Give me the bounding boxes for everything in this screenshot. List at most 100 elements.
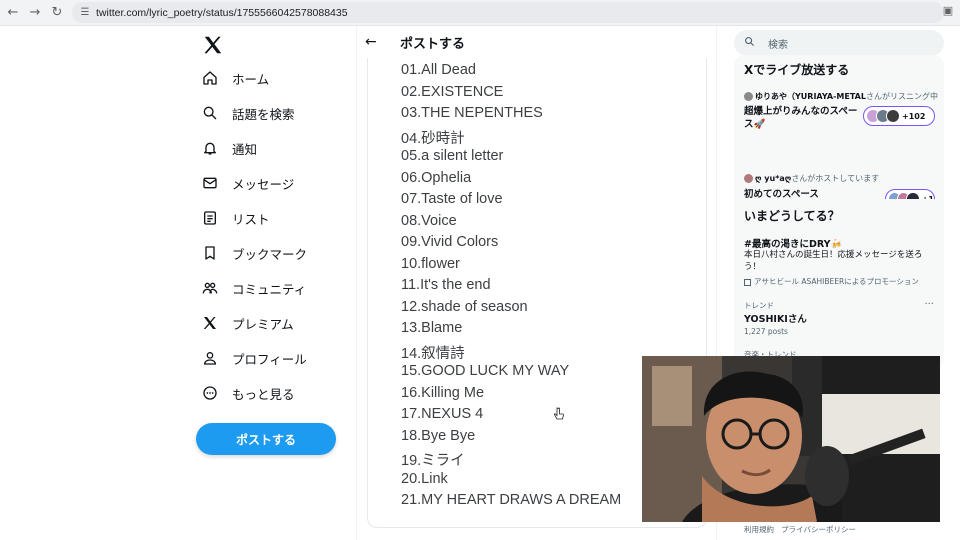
terms-link[interactable]: 利用規約 [744,525,774,534]
track-item: 15.GOOD LUCK MY WAY [401,363,570,379]
nav-item-label: プロフィール [232,351,307,367]
webcam-overlay [642,356,940,522]
footer-links: 利用規約 プライバシーポリシー [744,524,856,535]
nav-item-profile[interactable]: プロフィール [196,344,307,372]
nav-item-label: 通知 [232,141,258,157]
track-item: 09.Vivid Colors [401,234,499,250]
track-item: 19.ミライ [401,453,465,469]
host-avatar [744,92,753,101]
track-item: 20.Link [401,470,448,487]
track-item: 10.flower [401,255,460,272]
space-title[interactable]: 超爆上がりみんなのスペー ス🚀 [744,105,857,131]
nav-item-label: もっと見る [232,386,295,402]
trend-post-count: 1,227 posts [744,327,788,336]
nav-item-label: ブックマーク [232,246,308,262]
nav-item-label: ホーム [232,71,270,87]
host-avatar [744,174,753,183]
x-icon [196,309,224,337]
nav-item-label: プレミアム [232,316,294,332]
nav-item-label: 話題を検索 [232,106,295,122]
trends-panel: いまどうしてる？ #最高の渇きにDRY🍻 本日八村さんの誕生日！応援メッセージを… [734,199,944,369]
host-status: さんがホストしています [791,174,880,183]
nav-item-explore[interactable]: 話題を検索 [196,99,295,127]
nav-item-premium[interactable]: プレミアム [196,309,294,337]
bookmark-icon [196,239,224,267]
live-panel-title: Xでライブ放送する [744,63,850,77]
space-host-line: ღ yu*aღさんがホストしています [744,173,879,184]
promotion-line: アサヒビール ASAHIBEERによるプロモーション [744,276,919,287]
track-item: 12.shade of season [401,298,528,315]
track-item: 13.Blame [401,320,463,336]
nav-item-notifications[interactable]: 通知 [196,134,257,162]
nav-item-label: リスト [232,211,270,227]
track-item: 02.EXISTENCE [401,83,504,100]
promoted-trend-name[interactable]: #最高の渇きにDRY🍻 [744,236,842,250]
track-item: 07.Taste of love [401,191,503,207]
track-item: 18.Bye Bye [401,427,476,444]
trend-name[interactable]: YOSHIKIさん [744,311,807,325]
nav-item-lists[interactable]: リスト [196,204,270,232]
nav-item-messages[interactable]: メッセージ [196,169,294,197]
person-icon [196,344,224,372]
mouse-cursor-icon [553,407,564,420]
space-title-line: ス🚀 [744,119,766,130]
url-text: twitter.com/lyric_poetry/status/17555660… [96,6,348,19]
promoted-icon [744,278,751,286]
space-title-line: 超爆上がりみんなのスペー [744,106,858,117]
post-header: ← ポストする [357,26,716,58]
promoted-trend-text: 本日八村さんの誕生日！応援メッセージを送ろう！ [744,250,923,272]
search-placeholder: 検索 [768,39,788,51]
host-name: ღ yu*aღ [755,174,792,183]
browser-toolbar: ← → ↻ ☰ twitter.com/lyric_poetry/status/… [0,0,960,26]
search-icon [744,36,760,50]
community-icon [196,274,224,302]
x-logo-icon[interactable] [202,34,224,56]
post-button[interactable]: ポストする [196,423,336,455]
nav-item-home[interactable]: ホーム [196,64,269,92]
host-status: さんがリスニング中 [865,92,938,101]
webcam-person-image [642,356,940,522]
more-circle-icon [196,379,224,407]
home-icon [196,64,224,92]
track-item: 01.All Dead [401,62,476,78]
live-spaces-panel: Xでライブ放送する ゆりあや（YURIAYA-METALさんがリスニング中 超爆… [734,55,944,217]
track-item: 16.Killing Me [401,384,485,401]
bell-icon [196,134,224,162]
reload-icon[interactable]: ↻ [46,2,68,24]
nav-item-communities[interactable]: コミュニティ [196,274,306,302]
address-bar[interactable]: ☰ twitter.com/lyric_poetry/status/175556… [72,2,944,23]
track-item: 14.叙情詩 [401,345,465,362]
track-item: 06.Ophelia [401,169,472,186]
avatar [886,109,900,123]
trends-panel-title: いまどうしてる？ [744,209,840,223]
trend-category: トレンド [744,301,774,310]
forward-arrow-icon[interactable]: → [24,2,46,24]
track-item: 17.NEXUS 4 [401,406,484,422]
back-arrow-icon[interactable]: ← [365,34,383,50]
search-box[interactable]: 検索 [734,30,944,56]
listener-count: +102 [902,111,926,121]
track-item: 05.a silent letter [401,148,504,164]
cast-icon[interactable]: ▣ [940,4,956,20]
nav-item-label: コミュニティ [232,281,307,297]
list-icon [196,204,224,232]
nav-item-more[interactable]: もっと見る [196,379,295,407]
space-host-line: ゆりあや（YURIAYA-METALさんがリスニング中 [744,91,938,102]
page-title: ポストする [400,36,466,52]
nav-item-label: メッセージ [232,176,295,192]
track-item: 03.THE NEPENTHES [401,105,543,121]
track-item: 08.Voice [401,212,457,229]
site-settings-icon[interactable]: ☰ [76,7,94,18]
more-options-icon[interactable]: ··· [924,299,934,310]
listener-avatars[interactable]: +102 [863,106,935,126]
track-item: 04.砂時計 [401,130,465,147]
left-navigation: ホーム 話題を検索 通知 メッセージ リスト ブックマーク コミュニティ プレミ… [196,26,356,540]
search-icon [196,99,224,127]
privacy-link[interactable]: プライバシーポリシー [781,525,856,534]
back-arrow-icon[interactable]: ← [2,2,24,24]
track-item: 11.It's the end [401,277,491,293]
mail-icon [196,169,224,197]
track-item: 21.MY HEART DRAWS A DREAM [401,492,622,508]
nav-item-bookmarks[interactable]: ブックマーク [196,239,307,267]
host-name: ゆりあや（YURIAYA-METAL [755,92,866,101]
